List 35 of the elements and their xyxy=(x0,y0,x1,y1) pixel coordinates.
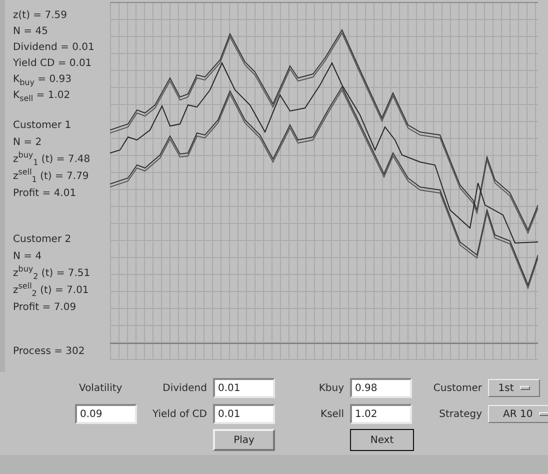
strategy-dropdown[interactable]: AR 10 xyxy=(488,405,548,423)
customer-stat-text: z$^{buy}$$_{2}$ (t) = 7.51 xyxy=(13,265,90,282)
dropdown-bar-icon xyxy=(520,386,530,390)
stat-text: K$_{buy}$ = 0.93 xyxy=(13,73,72,88)
dividend-field[interactable]: 0.01 xyxy=(213,378,275,398)
customer-stat-text: N = 4 xyxy=(13,250,42,264)
stat-text: Dividend = 0.01 xyxy=(13,41,94,55)
dividend-label: Dividend xyxy=(162,382,208,394)
customer-stat-text: Profit = 7.09 xyxy=(13,301,76,315)
next-button[interactable]: Next xyxy=(350,429,414,451)
process-text: Process = 302 xyxy=(13,345,85,359)
stat-text: K$_{sell}$ = 1.02 xyxy=(13,89,70,104)
customer-stat-text: Profit = 4.01 xyxy=(13,187,76,201)
customer-title: Customer 2 xyxy=(13,233,72,247)
yield-field[interactable]: 0.01 xyxy=(213,404,275,424)
customer-title: Customer 1 xyxy=(13,119,72,133)
volatility-label: Volatility xyxy=(78,382,124,394)
yield-label: Yield of CD xyxy=(152,408,208,420)
kbuy-label: Kbuy xyxy=(318,382,345,394)
customer-label: Customer xyxy=(433,382,483,394)
play-button[interactable]: Play xyxy=(213,429,275,451)
customer-stat-text: N = 2 xyxy=(13,136,42,150)
ksell-label: Ksell xyxy=(320,408,345,420)
customer-stat-text: z$^{buy}$$_{1}$ (t) = 7.48 xyxy=(13,151,90,168)
stat-text: z(t) = 7.59 xyxy=(13,9,67,23)
customer-dropdown[interactable]: 1st xyxy=(488,379,540,397)
customer-stat-text: z$^{sell}$$_{2}$ (t) = 7.01 xyxy=(13,282,89,299)
dropdown-bar-icon xyxy=(538,412,548,416)
stat-text: N = 45 xyxy=(13,25,48,39)
strategy-label: Strategy xyxy=(439,408,483,420)
customer-stat-text: z$^{sell}$$_{1}$ (t) = 7.79 xyxy=(13,168,89,185)
volatility-field[interactable]: 0.09 xyxy=(75,404,137,424)
ksell-field[interactable]: 1.02 xyxy=(350,404,412,424)
stat-text: Yield CD = 0.01 xyxy=(13,57,92,71)
kbuy-field[interactable]: 0.98 xyxy=(350,378,412,398)
